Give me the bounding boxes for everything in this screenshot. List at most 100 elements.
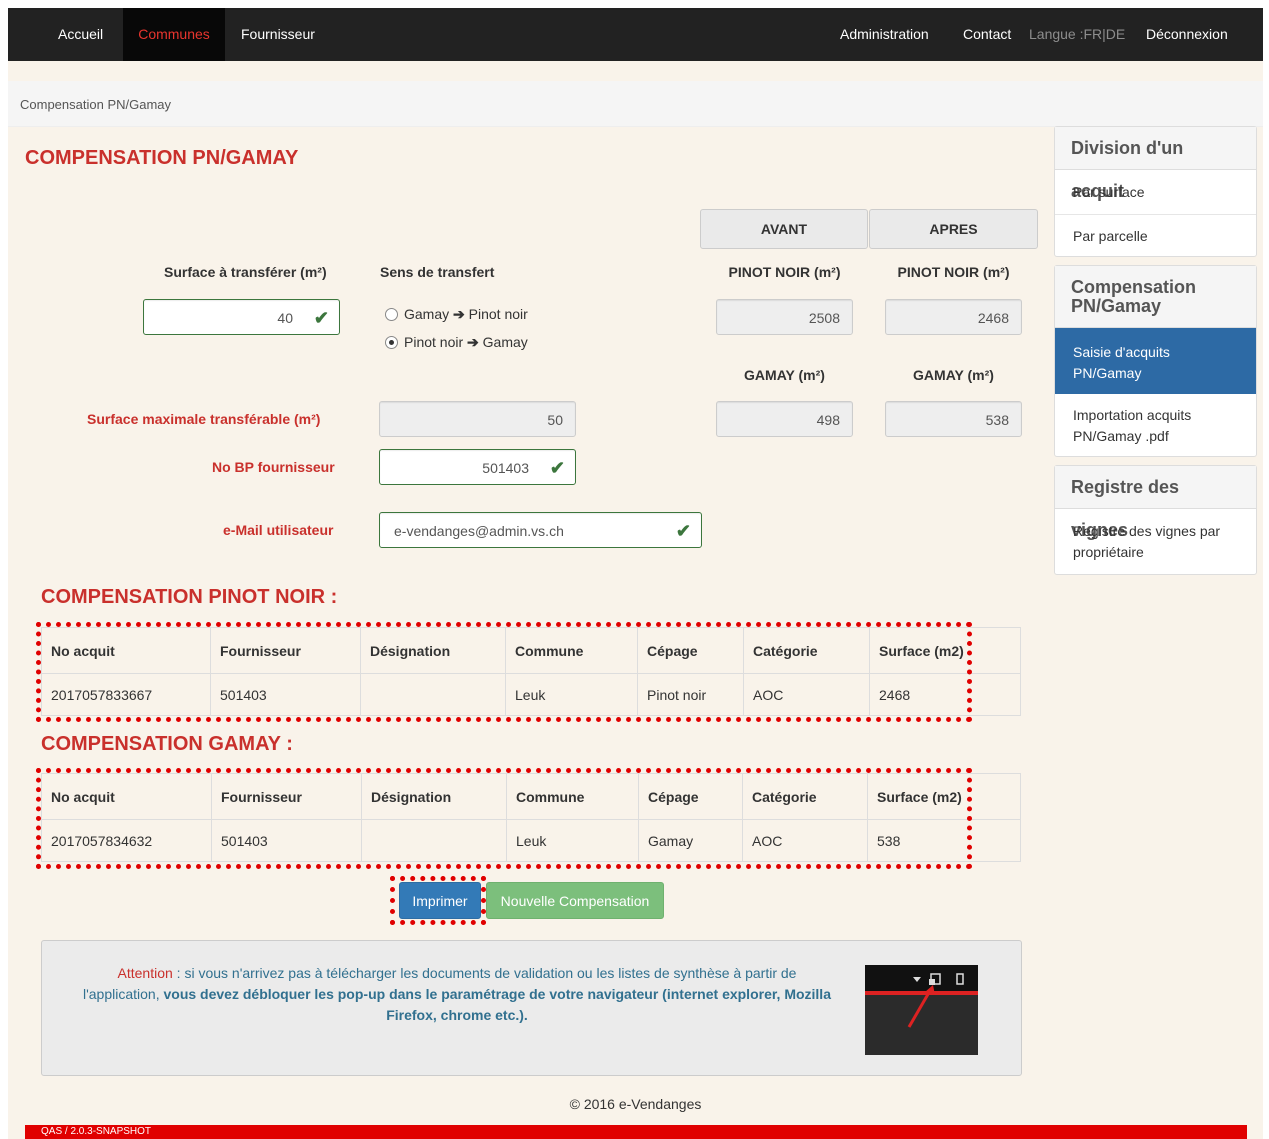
col-fournisseur: Fournisseur: [211, 773, 362, 820]
cell-surface: 538: [867, 819, 1021, 862]
radio-circle-icon: [385, 308, 398, 321]
nav-communes[interactable]: Communes: [123, 8, 225, 61]
alert-attention: Attention: [117, 965, 173, 981]
sidebar-registre-panel: Registre des vignes Registre des vignes …: [1054, 465, 1257, 575]
radio-gamay-to-pinot[interactable]: Gamay ➔ Pinot noir: [385, 306, 528, 323]
top-navbar: Accueil Communes Fournisseur Administrat…: [8, 8, 1263, 61]
nav-language-switch[interactable]: Langue :FR|DE: [1029, 8, 1125, 61]
pinot-table: No acquit Fournisseur Désignation Commun…: [41, 627, 1021, 716]
gamay-table: No acquit Fournisseur Désignation Commun…: [41, 773, 1021, 862]
arrow-right-icon: ➔: [467, 334, 479, 350]
email-label: e-Mail utilisateur: [223, 522, 334, 538]
max-surface-field: 50: [379, 401, 576, 437]
col-no-acquit: No acquit: [41, 627, 211, 674]
col-cepage: Cépage: [638, 773, 743, 820]
radio-2-from: Pinot noir: [404, 334, 464, 350]
col-commune: Commune: [505, 627, 638, 674]
breadcrumb: Compensation PN/Gamay: [8, 81, 1263, 127]
bp-fournisseur-label: No BP fournisseur: [212, 459, 335, 475]
cell-fournisseur: 501403: [210, 673, 361, 716]
alert-text-2: vous devez débloquer les pop-up dans le …: [163, 986, 831, 1023]
page: Accueil Communes Fournisseur Administrat…: [8, 8, 1263, 1139]
new-compensation-button[interactable]: Nouvelle Compensation: [486, 882, 664, 919]
sidebar-registre-title: Registre des vignes: [1055, 466, 1256, 540]
table-row[interactable]: 2017057833667 501403 Leuk Pinot noir AOC…: [41, 673, 1021, 716]
cell-categorie: AOC: [743, 673, 870, 716]
version-statusbar: QAS / 2.0.3-SNAPSHOT: [25, 1125, 1247, 1139]
col-fournisseur: Fournisseur: [210, 627, 361, 674]
radio-2-to: Gamay: [482, 334, 528, 350]
radio-selected-icon: [385, 336, 398, 349]
col-designation: Désignation: [360, 627, 506, 674]
gamay-avant-field: 498: [716, 401, 853, 437]
pinot-section-title: COMPENSATION PINOT NOIR :: [41, 586, 338, 608]
pinot-avant-label: PINOT NOIR (m²): [728, 264, 841, 280]
nav-administration[interactable]: Administration: [840, 8, 929, 61]
sidebar-item-par-parcelle[interactable]: Par parcelle: [1055, 214, 1256, 257]
radio-1-from: Gamay: [404, 306, 450, 322]
cell-commune: Leuk: [506, 819, 639, 862]
print-button[interactable]: Imprimer: [399, 882, 481, 919]
surface-transfer-value: 40: [277, 310, 293, 326]
page-title: COMPENSATION PN/GAMAY: [25, 147, 299, 169]
cell-designation: [361, 819, 507, 862]
popup-warning-alert: Attention : si vous n'arrivez pas à télé…: [41, 940, 1022, 1076]
sidebar-division-title: Division d'un acquit: [1055, 127, 1256, 201]
cell-cepage: Pinot noir: [637, 673, 744, 716]
check-icon: ✔: [549, 458, 565, 478]
gamay-apres-field: 538: [885, 401, 1022, 437]
table-header-row: No acquit Fournisseur Désignation Commun…: [41, 773, 1021, 820]
col-cepage: Cépage: [637, 627, 744, 674]
sidebar-item-par-surface[interactable]: Par surface: [1055, 170, 1256, 214]
pinot-apres-label: PINOT NOIR (m²): [897, 264, 1010, 280]
table-row[interactable]: 2017057834632 501403 Leuk Gamay AOC 538: [41, 819, 1021, 862]
cell-commune: Leuk: [505, 673, 638, 716]
col-commune: Commune: [506, 773, 639, 820]
col-categorie: Catégorie: [742, 773, 868, 820]
avant-header: AVANT: [700, 209, 868, 249]
popup-blocker-arrow-icon: [907, 973, 964, 1028]
nav-fournisseur[interactable]: Fournisseur: [241, 8, 315, 61]
sidebar-compensation-title: Compensation PN/Gamay: [1055, 266, 1256, 328]
nav-accueil[interactable]: Accueil: [58, 8, 103, 61]
nav-deconnexion[interactable]: Déconnexion: [1146, 8, 1228, 61]
pinot-apres-field: 2468: [885, 299, 1022, 335]
alert-text: Attention : si vous n'arrivez pas à télé…: [82, 963, 832, 1026]
footer-copyright: © 2016 e-Vendanges: [569, 1096, 702, 1112]
sidebar-item-importation-acquits[interactable]: Importation acquits PN/Gamay .pdf: [1055, 394, 1256, 456]
email-input[interactable]: e-vendanges@admin.vs.ch ✔: [379, 512, 702, 548]
gamay-avant-label: GAMAY (m²): [744, 367, 825, 383]
sidebar-compensation-panel: Compensation PN/Gamay Saisie d'acquits P…: [1054, 265, 1257, 457]
bp-fournisseur-value: 501403: [482, 460, 529, 476]
pinot-avant-field: 2508: [716, 299, 853, 335]
radio-pinot-to-gamay[interactable]: Pinot noir ➔ Gamay: [385, 334, 528, 351]
cell-no-acquit: 2017057833667: [41, 673, 211, 716]
col-categorie: Catégorie: [743, 627, 870, 674]
gamay-apres-label: GAMAY (m²): [913, 367, 994, 383]
check-icon: ✔: [313, 308, 329, 328]
surface-transfer-input[interactable]: 40 ✔: [143, 299, 340, 335]
col-surface: Surface (m2): [869, 627, 1021, 674]
sidebar-division-panel: Division d'un acquit Par surface Par par…: [1054, 126, 1257, 257]
cell-categorie: AOC: [742, 819, 868, 862]
arrow-right-icon: ➔: [453, 306, 465, 322]
max-surface-label: Surface maximale transférable (m²): [87, 411, 321, 427]
col-surface: Surface (m2): [867, 773, 1021, 820]
popup-blocker-screenshot: [865, 965, 978, 1055]
col-designation: Désignation: [361, 773, 507, 820]
check-icon: ✔: [675, 521, 691, 541]
bp-fournisseur-input[interactable]: 501403 ✔: [379, 449, 576, 485]
cell-no-acquit: 2017057834632: [41, 819, 212, 862]
nav-contact[interactable]: Contact: [963, 8, 1011, 61]
sidebar-item-saisie-acquits[interactable]: Saisie d'acquits PN/Gamay: [1055, 328, 1256, 394]
cell-surface: 2468: [869, 673, 1021, 716]
cell-cepage: Gamay: [638, 819, 743, 862]
col-no-acquit: No acquit: [41, 773, 212, 820]
gamay-section-title: COMPENSATION GAMAY :: [41, 733, 293, 755]
radio-1-to: Pinot noir: [468, 306, 528, 322]
surface-transfer-label: Surface à transférer (m²): [164, 264, 327, 280]
table-header-row: No acquit Fournisseur Désignation Commun…: [41, 627, 1021, 674]
cell-fournisseur: 501403: [211, 819, 362, 862]
apres-header: APRES: [869, 209, 1038, 249]
breadcrumb-current: Compensation PN/Gamay: [20, 97, 172, 112]
